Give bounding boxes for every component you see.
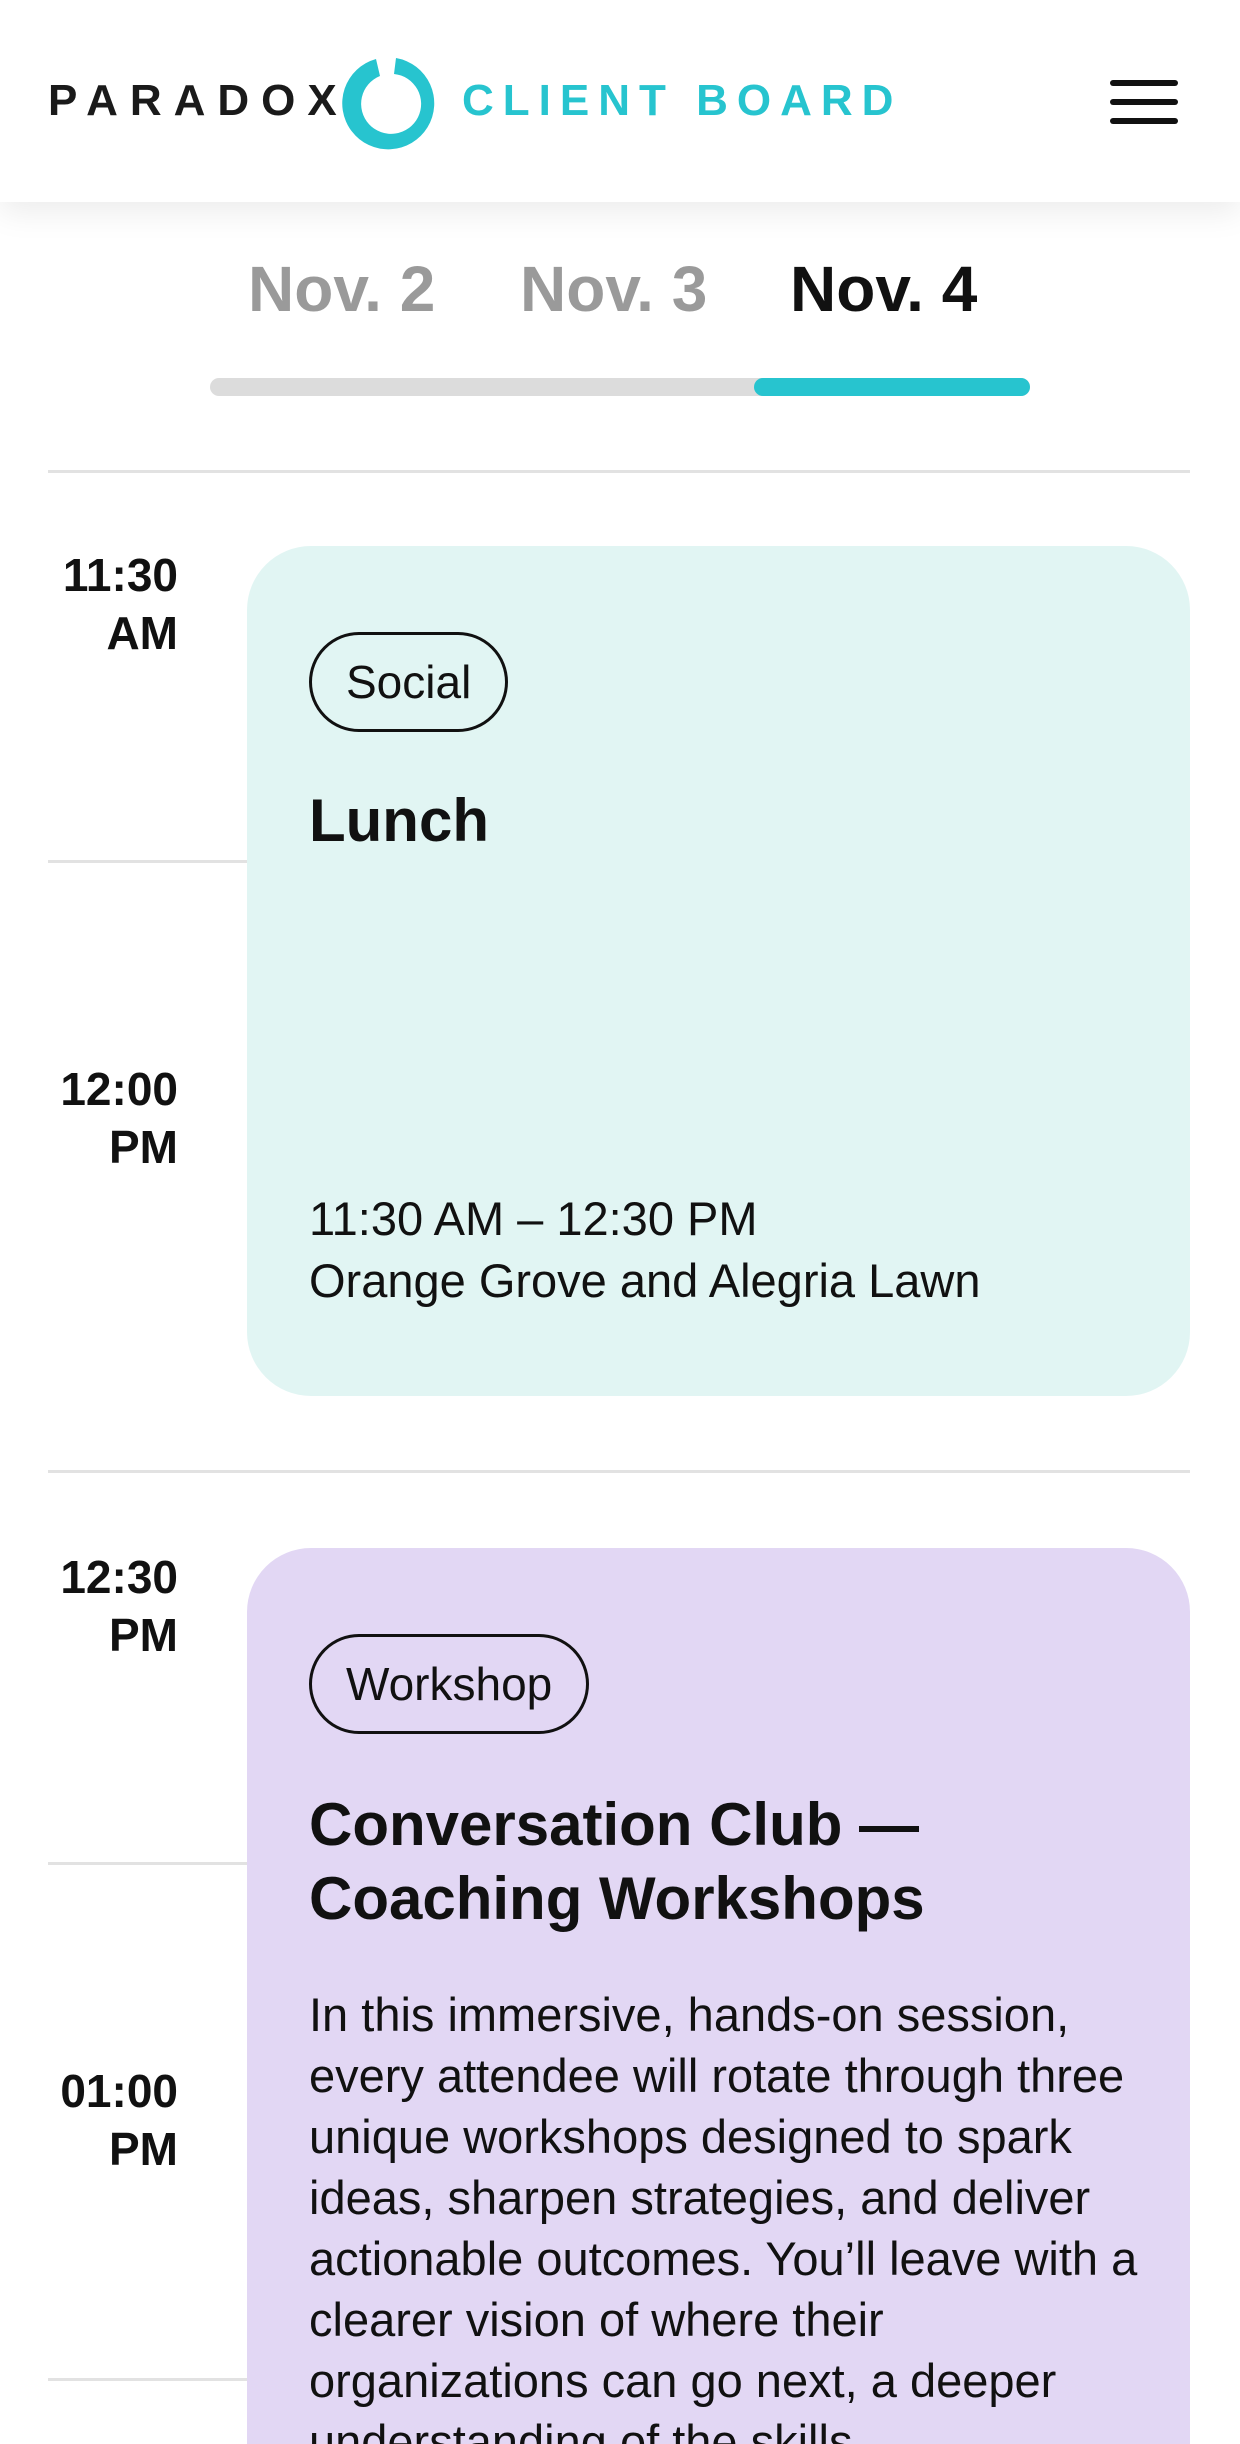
event-card-lunch[interactable]: Social Lunch 11:30 AM – 12:30 PM Orange …: [247, 546, 1190, 1396]
event-location: Orange Grove and Alegria Lawn: [309, 1254, 981, 1307]
brand-subtitle: CLIENT BOARD: [462, 76, 903, 125]
category-badge: Workshop: [309, 1634, 590, 1734]
brand-name: PARADOX: [48, 76, 349, 125]
day-tab-track: [210, 378, 1030, 396]
event-description: In this immersive, hands-on session, eve…: [309, 1988, 1138, 2444]
category-badge: Social: [309, 632, 509, 732]
divider: [48, 860, 248, 863]
time-period: AM: [106, 607, 178, 659]
active-tab-indicator: [754, 378, 1030, 396]
hamburger-menu-icon[interactable]: [1110, 80, 1178, 124]
divider: [48, 1470, 1190, 1473]
event-title: Lunch: [309, 787, 489, 854]
tab-nov-3[interactable]: Nov. 3: [520, 252, 707, 326]
time-period: PM: [109, 1609, 178, 1661]
time-hour: 11:30: [62, 549, 178, 601]
day-tabs: Nov. 2 Nov. 3 Nov. 4: [210, 252, 1030, 332]
divider: [48, 470, 1190, 473]
time-label: 01:00 PM: [48, 2062, 178, 2178]
time-label: 12:00 PM: [48, 1060, 178, 1176]
app-header: PARADOX CLIENT BOARD: [0, 0, 1240, 202]
time-hour: 12:30: [60, 1551, 178, 1603]
divider: [48, 1862, 248, 1865]
time-hour: 01:00: [60, 2065, 178, 2117]
tab-nov-2[interactable]: Nov. 2: [248, 252, 435, 326]
event-time-range: 11:30 AM – 12:30 PM: [309, 1192, 758, 1245]
divider: [48, 2378, 248, 2381]
time-label: 12:30 PM: [48, 1548, 178, 1664]
tab-nov-4[interactable]: Nov. 4: [790, 252, 977, 326]
time-period: PM: [109, 2123, 178, 2175]
brand-logo-icon: [342, 58, 435, 150]
event-card-conversation-club[interactable]: Workshop Conversation Club — Coaching Wo…: [247, 1548, 1190, 2444]
time-hour: 12:00: [60, 1063, 178, 1115]
event-title: Conversation Club — Coaching Workshops: [309, 1791, 925, 1932]
time-label: 11:30 AM: [48, 546, 178, 662]
time-period: PM: [109, 1121, 178, 1173]
